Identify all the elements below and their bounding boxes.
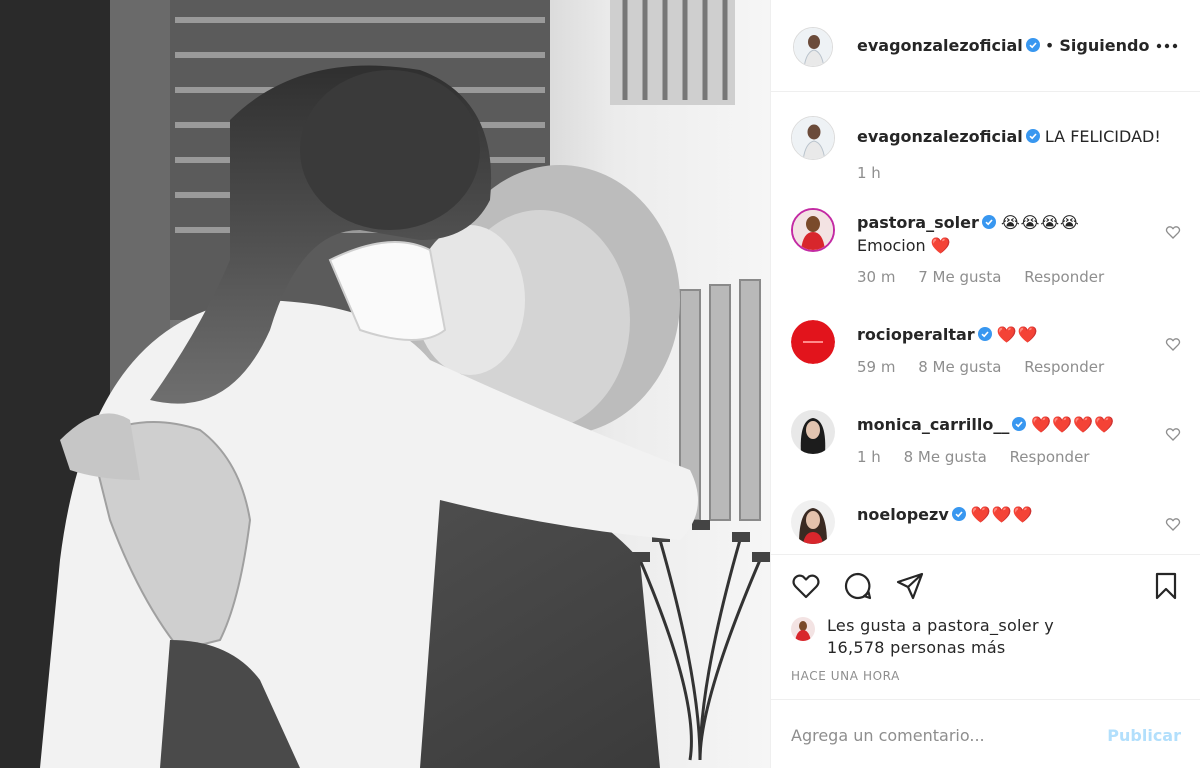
commenter-avatar[interactable] [791,500,835,544]
comment-emojis: ❤️❤️❤️ [970,505,1034,524]
reply-button[interactable]: Responder [1010,448,1090,466]
comment-emojis: 😭😭😭😭 [1000,213,1080,232]
post-actions: Les gusta a pastora_soler y 16,578 perso… [771,554,1200,699]
comment-time[interactable]: 1 h [857,448,881,466]
caption-text: LA FELICIDAD! [1044,127,1161,146]
heart-outline-icon[interactable] [791,571,821,601]
bookmark-icon[interactable] [1151,571,1181,601]
verified-icon [1012,417,1027,431]
commenter-avatar[interactable] [791,410,835,454]
comment-text: Emocion [857,236,926,255]
author-username[interactable]: evagonzalezoficial [857,36,1023,55]
commenter-avatar[interactable] [791,320,835,364]
likes-line-1: Les gusta a pastora_soler y [827,616,1054,635]
comment-line: monica_carrillo__ ❤️❤️❤️❤️ [857,414,1115,436]
comment-time[interactable]: 30 m [857,268,895,286]
liker-avatar[interactable] [791,617,815,641]
commenter-username[interactable]: pastora_soler [857,213,979,232]
post-timestamp[interactable]: HACE UNA HORA [791,669,900,683]
comment-icon[interactable] [843,571,873,601]
comments-list[interactable]: evagonzalezoficial LA FELICIDAD! 1 h pas… [771,92,1200,554]
comment-likes[interactable]: 7 Me gusta [918,268,1001,286]
comment-like-icon[interactable] [1165,426,1181,442]
comment-line: rocioperaltar ❤️❤️ [857,324,1039,346]
post-header: evagonzalezoficial • Siguiendo [771,0,1200,92]
comment-likes[interactable]: 8 Me gusta [918,358,1001,376]
comment-meta: 59 m 8 Me gusta Responder [857,358,1122,376]
commenter-username[interactable]: monica_carrillo__ [857,415,1009,434]
comment-like-icon[interactable] [1165,336,1181,352]
post-caption: evagonzalezoficial LA FELICIDAD! 1 h [771,116,1200,186]
commenter-username[interactable]: noelopezv [857,505,949,524]
header-separator: • [1044,36,1055,55]
add-comment-bar: Publicar [771,699,1200,768]
comment-emojis: ❤️❤️❤️❤️ [1031,415,1116,434]
comment-meta: 1 h 8 Me gusta Responder [857,448,1107,466]
caption-meta: 1 h [857,164,899,182]
caption-time[interactable]: 1 h [857,164,881,182]
comment-item: noelopezv ❤️❤️❤️ [771,500,1200,554]
likes-text[interactable]: Les gusta a pastora_soler y 16,578 perso… [827,615,1054,659]
post-photo[interactable] [0,0,770,768]
hug-photo-illustration [0,0,770,768]
comment-like-icon[interactable] [1165,224,1181,240]
comment-line: noelopezv ❤️❤️❤️ [857,504,1034,526]
verified-icon [1025,129,1040,143]
comment-item: rocioperaltar ❤️❤️ 59 m 8 Me gusta Respo… [771,320,1200,410]
comment-item: monica_carrillo__ ❤️❤️❤️❤️ 1 h 8 Me gust… [771,410,1200,500]
more-horizontal-icon[interactable] [1155,36,1179,56]
author-avatar[interactable] [793,27,833,67]
publish-button[interactable]: Publicar [1107,726,1181,745]
comment-emojis: ❤️❤️ [996,325,1039,344]
comment-like-icon[interactable] [1165,516,1181,532]
caption-line: evagonzalezoficial LA FELICIDAD! [857,126,1161,148]
commenter-avatar[interactable] [791,208,835,252]
comment-line: pastora_soler 😭😭😭😭 [857,212,1080,234]
verified-icon [951,507,966,521]
reply-button[interactable]: Responder [1024,358,1104,376]
comment-likes[interactable]: 8 Me gusta [904,448,987,466]
commenter-username[interactable]: rocioperaltar [857,325,975,344]
likes-line-2: 16,578 personas más [827,638,1006,657]
comment-time[interactable]: 59 m [857,358,895,376]
caption-username[interactable]: evagonzalezoficial [857,127,1023,146]
verified-icon [1025,38,1040,52]
paper-plane-icon[interactable] [895,571,925,601]
following-button[interactable]: Siguiendo [1059,36,1149,55]
comment-input[interactable] [791,720,1091,750]
caption-author-avatar[interactable] [791,116,835,160]
verified-icon [977,327,992,341]
header-user-line: evagonzalezoficial • Siguiendo [857,36,1149,55]
post-side-panel: evagonzalezoficial • Siguiendo evagonzal… [770,0,1200,768]
comment-item: pastora_soler 😭😭😭😭 Emocion ❤️ 30 m 7 Me … [771,208,1200,298]
verified-icon [981,215,996,229]
comment-line-2: Emocion ❤️ [857,235,951,257]
comment-meta: 30 m 7 Me gusta Responder [857,268,1122,286]
comment-heart-emoji: ❤️ [930,236,951,255]
reply-button[interactable]: Responder [1024,268,1104,286]
